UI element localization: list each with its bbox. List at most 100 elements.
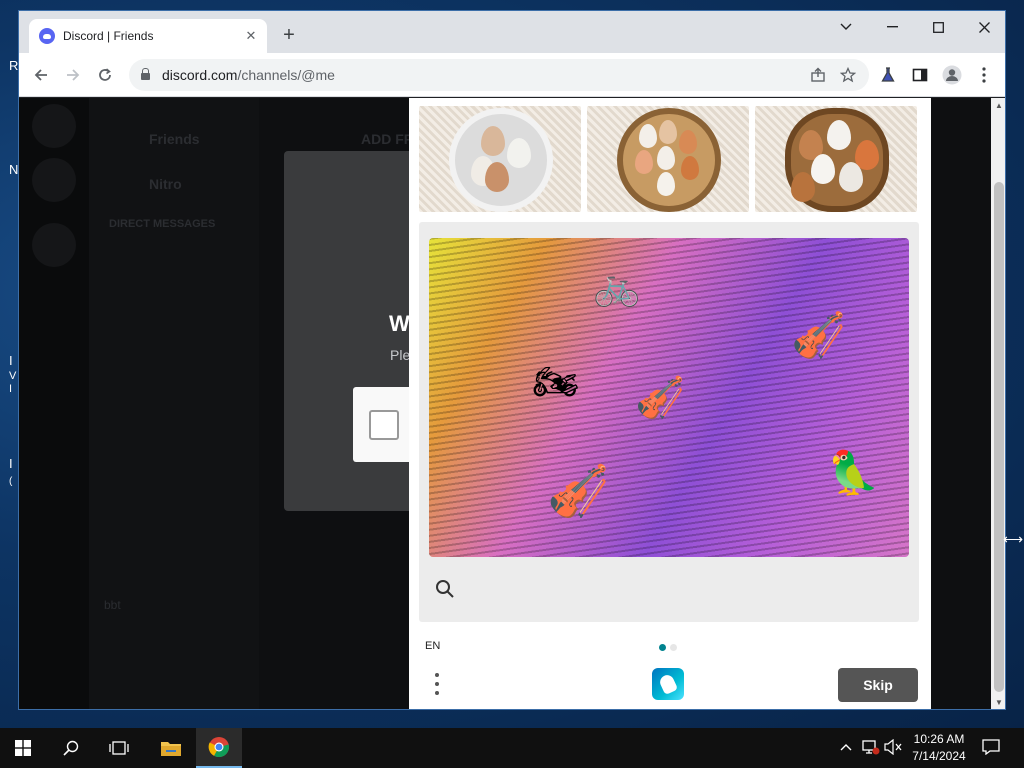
violin-icon[interactable]: 🎻 xyxy=(791,314,846,358)
egg-image xyxy=(659,120,677,144)
example-image-eggs-plate[interactable] xyxy=(419,106,581,212)
back-button[interactable] xyxy=(27,61,55,89)
bookmark-button[interactable] xyxy=(837,64,859,86)
maximize-icon xyxy=(932,21,944,33)
tab-search-button[interactable] xyxy=(823,11,869,43)
task-view-icon xyxy=(109,741,129,755)
labs-button[interactable] xyxy=(877,64,899,86)
menu-button[interactable] xyxy=(973,64,995,86)
home-icon[interactable] xyxy=(32,104,76,148)
start-button[interactable] xyxy=(0,728,46,768)
new-tab-button[interactable]: + xyxy=(277,24,301,48)
search-icon xyxy=(63,740,79,756)
clock-date: 7/14/2024 xyxy=(912,749,966,763)
side-panel-button[interactable] xyxy=(909,64,931,86)
desktop-icon-label: I xyxy=(9,383,13,395)
bicycle-icon[interactable]: 🚲 xyxy=(593,268,640,306)
language-selector[interactable]: EN xyxy=(425,640,440,652)
motorcycle-icon[interactable]: 🏍 xyxy=(533,364,579,400)
violin-icon[interactable]: 🎻 xyxy=(547,466,609,516)
challenge-menu-button[interactable] xyxy=(429,670,445,698)
egg-image xyxy=(839,162,863,192)
desktop-icon-label: ( xyxy=(9,476,13,487)
page-scrollbar[interactable]: ▲ ▼ xyxy=(991,98,1005,709)
scroll-thumb[interactable] xyxy=(994,182,1004,692)
profile-button[interactable] xyxy=(941,64,963,86)
scroll-up-icon[interactable]: ▲ xyxy=(994,101,1004,110)
more-vertical-icon xyxy=(982,67,986,83)
plate-image xyxy=(449,108,553,212)
close-icon xyxy=(978,21,990,33)
network-icon[interactable] xyxy=(862,739,880,758)
challenge-image[interactable]: 🚲 🏍 🎻 🎻 🎻 🦜 xyxy=(429,238,909,557)
notification-button[interactable] xyxy=(982,739,1000,758)
system-clock[interactable]: 10:26 AM 7/14/2024 xyxy=(906,731,972,765)
tab-discord[interactable]: Discord | Friends ✕ xyxy=(29,19,267,53)
tab-title: Discord | Friends xyxy=(63,29,154,43)
scroll-down-icon[interactable]: ▼ xyxy=(994,698,1004,707)
task-view-button[interactable] xyxy=(96,728,142,768)
progress-dot xyxy=(670,644,677,651)
share-button[interactable] xyxy=(807,64,829,86)
reload-button[interactable] xyxy=(91,61,119,89)
taskbar: 10:26 AM 7/14/2024 xyxy=(0,728,1024,768)
egg-image xyxy=(679,130,697,154)
parrot-icon[interactable]: 🦜 xyxy=(827,452,879,494)
forward-button[interactable] xyxy=(59,61,87,89)
folder-icon xyxy=(161,742,181,756)
close-window-button[interactable] xyxy=(961,11,1005,43)
address-bar[interactable]: discord.com/channels/@me xyxy=(129,59,869,91)
server-sidebar xyxy=(19,98,89,709)
url-host: discord.com xyxy=(162,67,238,83)
modal-subtitle: Ple xyxy=(390,347,411,363)
server-icon[interactable] xyxy=(32,158,76,202)
egg-image xyxy=(657,146,675,170)
progress-dots xyxy=(659,644,677,651)
windows-icon xyxy=(15,740,31,756)
more-vertical-icon xyxy=(435,672,439,677)
minimize-button[interactable] xyxy=(869,11,915,43)
egg-image xyxy=(507,138,531,168)
search-button[interactable] xyxy=(48,728,94,768)
tab-close-icon[interactable]: ✕ xyxy=(243,28,259,44)
resize-cursor-icon: ⟷ xyxy=(1003,531,1024,547)
clock-time: 10:26 AM xyxy=(913,732,965,746)
minimize-icon xyxy=(886,26,898,28)
hcaptcha-logo-icon xyxy=(652,668,684,700)
captcha-checkbox[interactable] xyxy=(369,410,399,440)
file-explorer-button[interactable] xyxy=(148,728,194,768)
zoom-button[interactable] xyxy=(435,579,459,603)
nitro-link[interactable]: Nitro xyxy=(149,176,182,192)
chevron-up-icon[interactable] xyxy=(840,739,852,754)
desktop-icon-label: I xyxy=(9,353,13,368)
maximize-button[interactable] xyxy=(915,11,961,43)
egg-image xyxy=(635,150,653,174)
star-icon xyxy=(840,67,856,83)
search-icon xyxy=(436,580,454,598)
egg-image xyxy=(481,126,505,156)
example-images xyxy=(419,106,919,212)
volume-muted-icon[interactable] xyxy=(884,738,904,758)
captcha-challenge-panel: 🚲 🏍 🎻 🎻 🎻 🦜 EN Skip xyxy=(409,98,931,709)
desktop-icon-label: N xyxy=(9,162,19,177)
side-panel-icon xyxy=(912,68,928,82)
example-image-eggs-basket[interactable] xyxy=(755,106,917,212)
challenge-image-container: 🚲 🏍 🎻 🎻 🎻 🦜 xyxy=(419,222,919,622)
example-image-eggs-bowl[interactable] xyxy=(587,106,749,212)
reload-icon xyxy=(99,68,111,81)
friends-link[interactable]: Friends xyxy=(149,131,200,147)
dm-header: DIRECT MESSAGES xyxy=(109,218,216,230)
add-server-icon[interactable] xyxy=(32,223,76,267)
notification-icon xyxy=(982,739,1000,756)
violin-icon[interactable]: 🎻 xyxy=(635,378,685,418)
browser-toolbar: discord.com/channels/@me xyxy=(19,53,1005,97)
flask-icon xyxy=(881,67,895,82)
skip-button[interactable]: Skip xyxy=(838,668,918,702)
egg-image xyxy=(657,172,675,196)
browser-window: Discord | Friends ✕ + discord.com/channe… xyxy=(18,10,1006,710)
chrome-taskbar-button[interactable] xyxy=(196,728,242,768)
arrow-right-icon xyxy=(67,69,80,81)
desktop-icon-label: V xyxy=(9,370,17,382)
egg-image xyxy=(827,120,851,150)
desktop-icon-label: I xyxy=(9,456,13,471)
